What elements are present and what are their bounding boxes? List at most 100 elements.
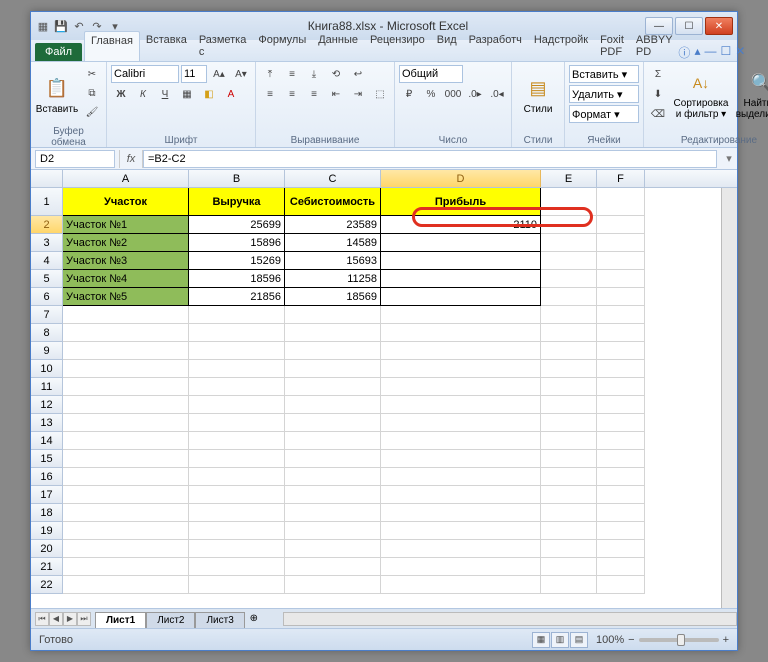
copy-button[interactable]: ⧉ [82,84,102,102]
cell[interactable] [597,306,645,324]
cell[interactable] [381,306,541,324]
maximize-button[interactable]: ☐ [675,17,703,35]
cut-button[interactable]: ✂ [82,65,102,83]
cell[interactable] [381,468,541,486]
align-left-button[interactable]: ≡ [260,85,280,103]
cell[interactable] [189,378,285,396]
grow-font-button[interactable]: A▴ [209,65,229,83]
decrease-indent-button[interactable]: ⇤ [326,85,346,103]
file-tab[interactable]: Файл [35,43,82,61]
cell[interactable] [597,270,645,288]
percent-button[interactable]: % [421,85,441,103]
cell[interactable] [189,306,285,324]
row-header[interactable]: 13 [31,414,63,432]
cell[interactable] [381,360,541,378]
cell[interactable]: 11258 [285,270,381,288]
cell[interactable] [541,522,597,540]
clear-button[interactable]: ⌫ [648,105,668,123]
cell[interactable] [189,522,285,540]
column-header[interactable]: C [285,170,381,187]
cell[interactable] [189,396,285,414]
column-header[interactable]: A [63,170,189,187]
cell[interactable] [597,486,645,504]
cell[interactable] [541,396,597,414]
ribbon-tab[interactable]: Главная [84,31,140,61]
cell[interactable] [597,504,645,522]
cell[interactable] [541,414,597,432]
page-layout-view-button[interactable]: ▥ [551,632,569,648]
fill-color-button[interactable]: ◧ [199,85,219,103]
cell[interactable]: 21856 [189,288,285,306]
paste-button[interactable]: 📋 Вставить [35,65,79,125]
sheet-nav-prev-icon[interactable]: ◀ [49,612,63,626]
cell[interactable] [597,468,645,486]
row-header[interactable]: 2 [31,216,63,234]
increase-decimal-button[interactable]: .0▸ [465,85,485,103]
cell[interactable] [597,576,645,594]
cell[interactable] [597,288,645,306]
cell[interactable]: Участок [63,188,189,216]
underline-button[interactable]: Ч [155,85,175,103]
cell[interactable] [597,540,645,558]
cell[interactable] [63,522,189,540]
cell[interactable] [381,288,541,306]
ribbon-tab[interactable]: Вид [431,31,463,61]
cell[interactable]: Участок №3 [63,252,189,270]
cell[interactable] [63,558,189,576]
cell[interactable] [285,576,381,594]
column-header[interactable]: E [541,170,597,187]
cell[interactable] [541,558,597,576]
ribbon-tab[interactable]: Вставка [140,31,193,61]
cell[interactable] [381,234,541,252]
cell[interactable] [63,450,189,468]
cell[interactable] [63,468,189,486]
doc-minimize-icon[interactable]: — [704,44,716,61]
align-bottom-button[interactable]: ⤓ [304,65,324,83]
cell[interactable] [285,432,381,450]
sort-filter-button[interactable]: A↓ Сортировка и фильтр ▾ [671,65,731,125]
row-header[interactable]: 4 [31,252,63,270]
row-header[interactable]: 5 [31,270,63,288]
ribbon-tab[interactable]: Данные [312,31,364,61]
cell[interactable] [189,432,285,450]
row-header[interactable]: 22 [31,576,63,594]
cell[interactable] [597,252,645,270]
cell[interactable] [285,306,381,324]
font-name-select[interactable]: Calibri [111,65,179,83]
close-button[interactable]: ✕ [705,17,733,35]
cell[interactable] [63,504,189,522]
cell[interactable] [597,234,645,252]
cell[interactable] [381,558,541,576]
font-color-button[interactable]: A [221,85,241,103]
cell[interactable]: 15896 [189,234,285,252]
cell[interactable] [381,504,541,522]
cell[interactable] [285,450,381,468]
cell[interactable] [597,558,645,576]
cell[interactable] [381,414,541,432]
cell[interactable] [63,396,189,414]
cell[interactable] [189,576,285,594]
zoom-in-button[interactable]: + [723,634,729,646]
cell[interactable] [285,360,381,378]
row-header[interactable]: 9 [31,342,63,360]
row-header[interactable]: 10 [31,360,63,378]
cell[interactable] [597,360,645,378]
sheet-nav-next-icon[interactable]: ▶ [63,612,77,626]
cell[interactable]: 23589 [285,216,381,234]
cell[interactable]: 25699 [189,216,285,234]
cell[interactable]: 18569 [285,288,381,306]
decrease-decimal-button[interactable]: .0◂ [487,85,507,103]
row-header[interactable]: 15 [31,450,63,468]
cell[interactable]: Участок №5 [63,288,189,306]
fx-button[interactable]: fx [119,150,143,168]
cell[interactable] [63,324,189,342]
cell[interactable] [597,324,645,342]
zoom-slider[interactable] [639,638,719,642]
cell[interactable] [541,468,597,486]
formula-input[interactable]: =B2-C2 [143,150,717,168]
cell[interactable] [63,576,189,594]
save-icon[interactable]: 💾 [53,18,69,34]
merge-button[interactable]: ⬚ [370,85,390,103]
cell[interactable] [597,396,645,414]
cell[interactable] [285,558,381,576]
